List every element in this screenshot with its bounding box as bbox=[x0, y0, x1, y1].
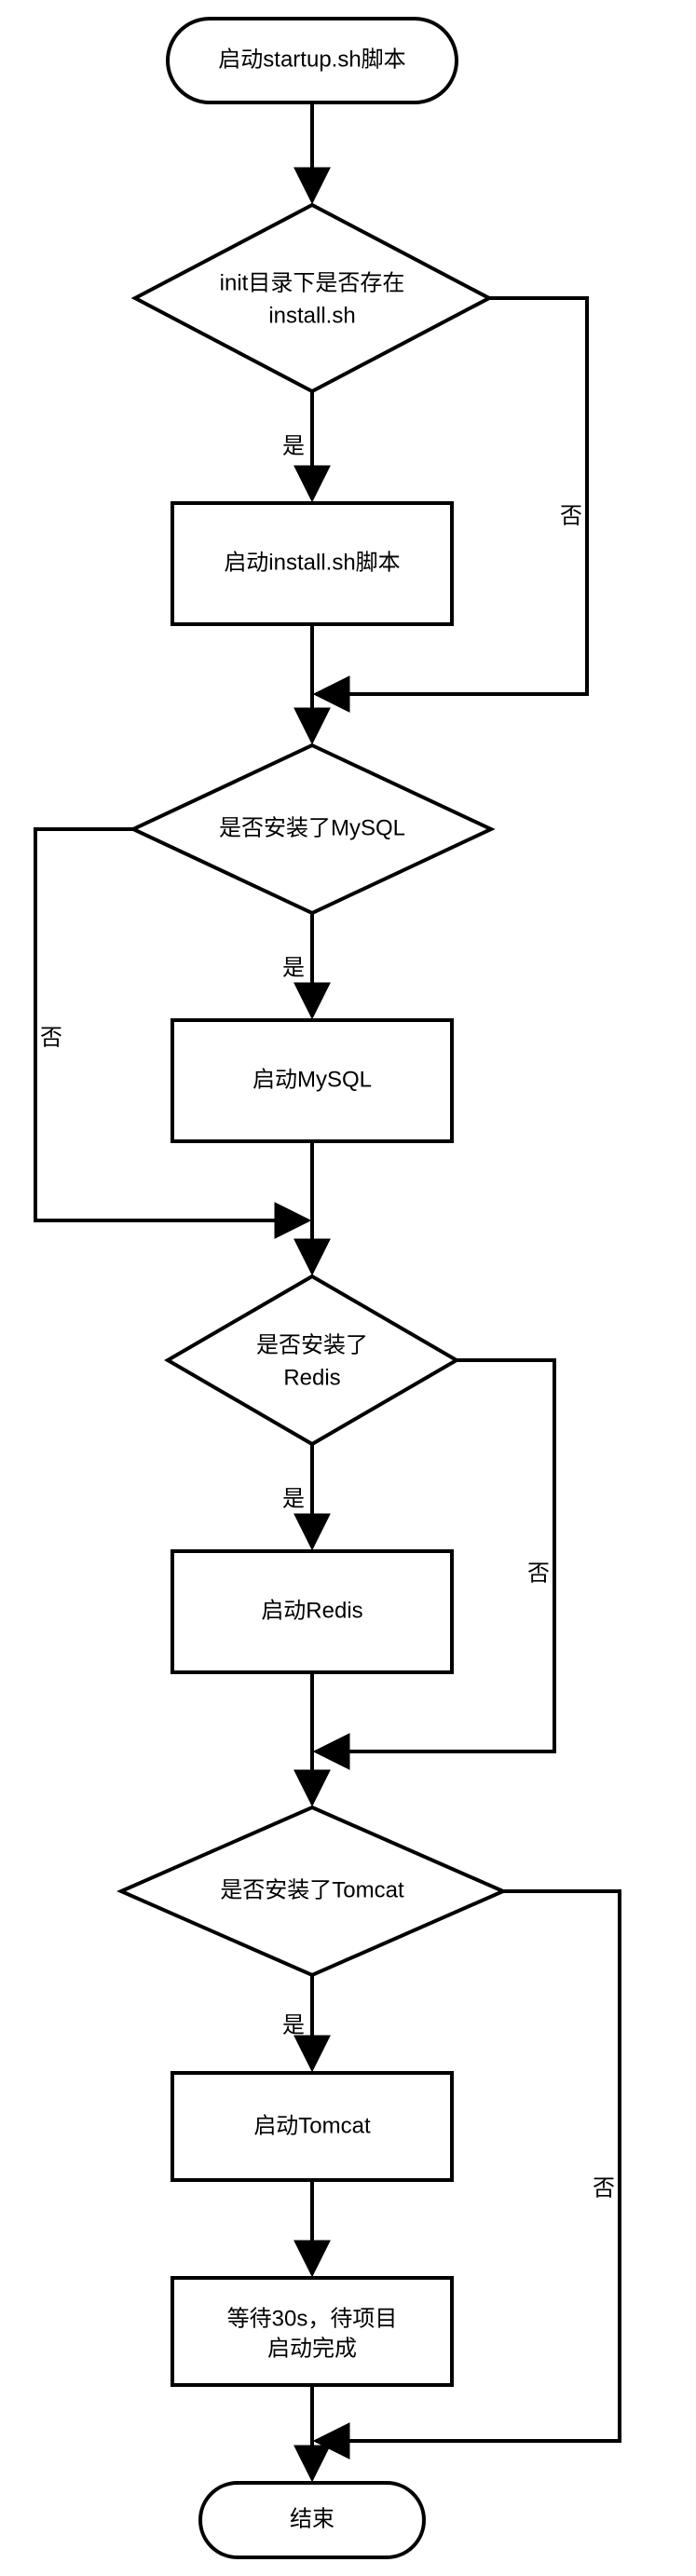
label-dectomcat-yes: 是 bbox=[282, 2012, 305, 2038]
node-decision-tomcat: 是否安装了Tomcat bbox=[121, 1807, 503, 1975]
end-text: 结束 bbox=[290, 2506, 334, 2531]
dec-redis-line1: 是否安装了 bbox=[256, 1332, 368, 1357]
proc-mysql-text: 启动MySQL bbox=[252, 1067, 372, 1092]
label-dectomcat-no: 否 bbox=[593, 2175, 615, 2201]
label-decredis-yes: 是 bbox=[282, 1486, 305, 1511]
proc-wait-line1: 等待30s，待项目 bbox=[227, 2306, 398, 2331]
node-process-wait: 等待30s，待项目 启动完成 bbox=[172, 2278, 452, 2385]
label-decinstall-yes: 是 bbox=[282, 433, 305, 458]
node-decision-install: init目录下是否存在 install.sh bbox=[135, 205, 489, 391]
proc-wait-line2: 启动完成 bbox=[267, 2336, 357, 2361]
node-process-mysql: 启动MySQL bbox=[172, 1020, 452, 1141]
start-text: 启动startup.sh脚本 bbox=[218, 47, 405, 72]
flowchart: 启动startup.sh脚本 init目录下是否存在 install.sh 启动… bbox=[0, 0, 696, 2576]
dec-redis-line2: Redis bbox=[283, 1365, 340, 1390]
proc-install-text: 启动install.sh脚本 bbox=[224, 550, 400, 575]
proc-tomcat-text: 启动Tomcat bbox=[253, 2113, 371, 2138]
label-decmysql-no: 否 bbox=[40, 1025, 62, 1050]
dec-tomcat-text: 是否安装了Tomcat bbox=[220, 1877, 404, 1902]
dec-mysql-text: 是否安装了MySQL bbox=[219, 815, 405, 840]
node-process-tomcat: 启动Tomcat bbox=[172, 2073, 452, 2180]
node-decision-redis: 是否安装了 Redis bbox=[168, 1276, 457, 1444]
label-decredis-no: 否 bbox=[527, 1561, 550, 1586]
proc-redis-text: 启动Redis bbox=[261, 1598, 362, 1623]
node-end: 结束 bbox=[200, 2483, 424, 2557]
label-decmysql-yes: 是 bbox=[282, 955, 305, 980]
node-process-install: 启动install.sh脚本 bbox=[172, 503, 452, 624]
node-decision-mysql: 是否安装了MySQL bbox=[133, 745, 491, 913]
node-start: 启动startup.sh脚本 bbox=[168, 19, 457, 102]
node-process-redis: 启动Redis bbox=[172, 1551, 452, 1672]
label-decinstall-no: 否 bbox=[560, 503, 582, 528]
dec-install-line1: init目录下是否存在 bbox=[220, 270, 405, 295]
dec-install-line2: install.sh bbox=[268, 303, 355, 328]
